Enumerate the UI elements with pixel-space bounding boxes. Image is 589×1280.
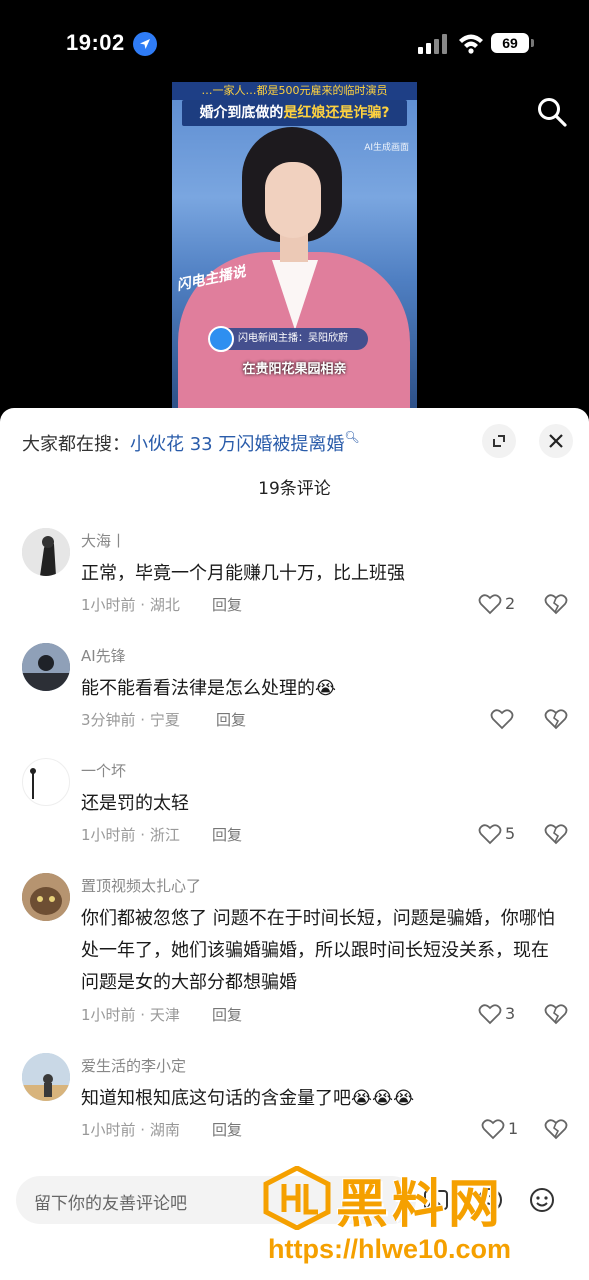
comment-meta: 1小时前 · 天津 (81, 1006, 180, 1024)
heart-icon (490, 709, 514, 730)
avatar[interactable] (22, 873, 70, 921)
dislike-icon[interactable] (544, 707, 568, 731)
battery-indicator: 69 (491, 33, 529, 53)
comment-text: 你们都被忽悠了 问题不在于时间长短，问题是骗婚，你哪怕处一年了，她们该骗婚骗婚，… (81, 908, 555, 993)
comment-text: 正常，毕竟一个月能赚几十万，比上班强 (81, 563, 405, 584)
hot-search[interactable]: 大家都在搜：小伙花 33 万闪婚被提离婚🔍︎ (22, 430, 360, 456)
like-button[interactable] (490, 707, 550, 731)
heart-icon (478, 1004, 502, 1025)
like-button[interactable]: 5 (478, 822, 538, 846)
microphone-icon (208, 326, 234, 352)
like-count: 5 (505, 824, 516, 843)
like-count: 1 (508, 1119, 519, 1138)
comment-username[interactable]: 一个坏 (81, 760, 126, 781)
avatar[interactable] (22, 643, 70, 691)
video-headline: 婚介到底做的是红娘还是诈骗? (182, 100, 407, 126)
hot-search-link[interactable]: 小伙花 33 万闪婚被提离婚 (130, 434, 344, 455)
like-button[interactable]: 2 (478, 592, 538, 616)
hot-search-prefix: 大家都在搜： (22, 434, 130, 455)
dislike-icon[interactable] (544, 1117, 568, 1141)
minimize-icon (493, 435, 505, 447)
status-bar: 19:02 69 (0, 0, 589, 88)
wifi-icon (459, 34, 483, 54)
comment-meta: 1小时前 · 湖南 (81, 1121, 180, 1139)
reply-button[interactable]: 回复 (212, 594, 242, 615)
heart-icon (481, 1119, 505, 1140)
watermark-url: https://hlwe10.com (268, 1234, 512, 1264)
comment-text: 还是罚的太轻 (81, 793, 189, 814)
avatar[interactable] (22, 528, 70, 576)
search-small-icon: 🔍︎ (344, 430, 360, 444)
reply-button[interactable]: 回复 (212, 1119, 242, 1140)
cellular-signal-icon (418, 34, 447, 54)
reply-button[interactable]: 回复 (212, 824, 242, 845)
heart-icon (478, 824, 502, 845)
video-headline-prefix: 婚介到底做的 (199, 105, 284, 121)
dislike-icon[interactable] (544, 822, 568, 846)
battery-tip (531, 39, 534, 47)
avatar[interactable] (22, 1053, 70, 1101)
comment-text: 能不能看看法律是怎么处理的😭 (81, 678, 337, 699)
watermark-text: 黑料网 (336, 1175, 505, 1235)
comment-username[interactable]: 置顶视频太扎心了 (81, 875, 201, 896)
dislike-icon[interactable] (544, 592, 568, 616)
comment-text: 知道知根知底这句话的含金量了吧😭😭😭 (81, 1088, 415, 1109)
anchor-face (265, 162, 321, 238)
comment-username[interactable]: 大海丨 (81, 530, 126, 551)
close-icon (549, 434, 563, 448)
video-headline-highlight: 是红娘还是诈骗? (283, 105, 390, 121)
comment-username[interactable]: AI先锋 (81, 645, 126, 666)
watermark: 黑料网 https://hlwe10.com (262, 1162, 582, 1272)
dislike-icon[interactable] (544, 1002, 568, 1026)
like-button[interactable]: 3 (478, 1002, 538, 1026)
location-arrow-icon (133, 32, 157, 56)
comment-input-placeholder: 留下你的友善评论吧 (34, 1194, 187, 1214)
video-player[interactable]: …一家人…都是500元雇来的临时演员 婚介到底做的是红娘还是诈骗? AI生成画面… (172, 82, 417, 412)
collapse-button[interactable] (482, 424, 516, 458)
like-count: 3 (505, 1004, 516, 1023)
reply-button[interactable]: 回复 (212, 1004, 242, 1025)
comment-meta: 1小时前 · 湖北 (81, 596, 180, 614)
status-time: 19:02 (66, 30, 125, 55)
watermark-logo-icon (263, 1166, 331, 1230)
heart-icon (478, 594, 502, 615)
comment-count: 19条评论 (258, 479, 331, 499)
ai-generated-label: AI生成画面 (364, 143, 409, 153)
avatar[interactable] (22, 758, 70, 806)
comment-meta: 1小时前 · 浙江 (81, 826, 180, 844)
reply-button[interactable]: 回复 (216, 709, 246, 730)
video-caption: 在贵阳花果园相亲 (242, 362, 347, 377)
close-button[interactable] (539, 424, 573, 458)
search-icon[interactable] (536, 96, 568, 128)
comment-meta: 3分钟前 · 宁夏 (81, 711, 180, 729)
comment-username[interactable]: 爱生活的李小定 (81, 1055, 186, 1076)
like-count: 2 (505, 594, 516, 613)
like-button[interactable]: 1 (481, 1117, 541, 1141)
video-top-banner: …一家人…都是500元雇来的临时演员 (172, 82, 417, 100)
